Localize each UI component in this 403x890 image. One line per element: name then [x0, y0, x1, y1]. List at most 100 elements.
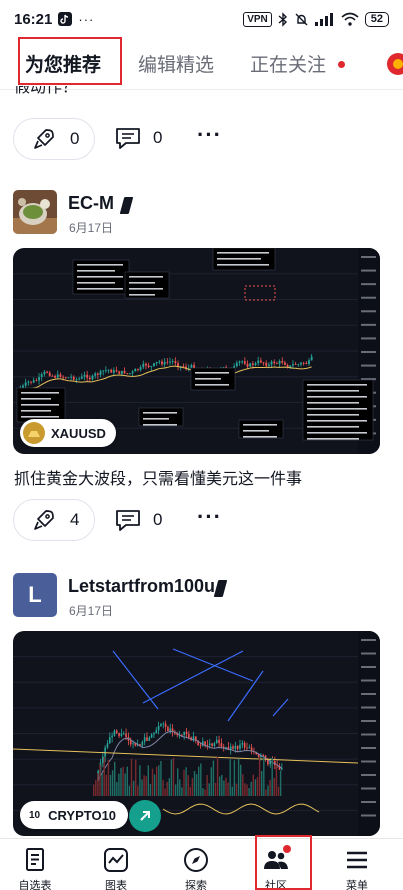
volume-bar	[267, 785, 269, 796]
volume-bar	[263, 757, 265, 796]
candle-body	[161, 361, 163, 365]
post-chart-image[interactable]: XAUUSD	[13, 248, 380, 454]
nav-watchlist[interactable]: 自选表	[0, 839, 75, 890]
prev-post-title[interactable]: 假动作？	[14, 86, 78, 100]
candle-body	[292, 364, 294, 366]
candle-body	[32, 380, 35, 383]
status-bar: 16:21 ··· VPN 52	[0, 0, 403, 38]
post-title[interactable]: 抓住黄金大波段，只需看懂美元这一件事	[14, 465, 302, 489]
candle-body	[120, 733, 123, 736]
candle-body	[254, 363, 257, 365]
candle-body	[206, 744, 209, 746]
nav-label: 菜单	[346, 880, 368, 890]
more-options-button[interactable]: ···	[197, 122, 222, 148]
annotation-text-line	[243, 430, 269, 432]
volume-bar	[277, 786, 280, 796]
symbol-badge[interactable]: XAUUSD	[20, 419, 116, 447]
volume-bar	[114, 761, 116, 796]
annotation-text-line	[307, 396, 367, 398]
nav-explore[interactable]: 探索	[156, 839, 236, 890]
candle-body	[265, 362, 268, 366]
volume-bar	[221, 774, 223, 796]
candle-body	[147, 365, 150, 368]
comment-button[interactable]: 0	[115, 508, 162, 532]
candle-body	[248, 747, 251, 749]
volume-bar	[214, 782, 217, 796]
annotation-text-line	[21, 392, 59, 394]
avatar-image	[13, 190, 57, 234]
candle-body	[113, 730, 116, 736]
candle-body	[238, 361, 241, 363]
price-tick	[361, 679, 376, 682]
candle-body	[211, 743, 213, 746]
rocket-icon	[34, 510, 54, 530]
candle-body	[155, 730, 158, 734]
volume-bar	[191, 778, 194, 796]
more-options-button[interactable]: ···	[197, 504, 222, 530]
candle-body	[115, 730, 118, 733]
comment-count: 0	[153, 128, 163, 147]
price-tick	[361, 666, 376, 668]
candle-body	[251, 363, 254, 365]
candle-body	[259, 360, 262, 363]
boost-button[interactable]: 4	[13, 499, 95, 541]
candle-body	[270, 361, 273, 365]
author-name[interactable]: Letstartfrom100u	[68, 576, 215, 597]
volume-bar	[261, 771, 263, 796]
candle-body	[215, 739, 218, 744]
candle-body	[129, 740, 132, 745]
candle-body	[169, 361, 171, 363]
candle-body	[213, 743, 216, 746]
candle-body	[38, 377, 40, 381]
nav-chart[interactable]: 图表	[76, 839, 156, 890]
horizontal-level-line	[13, 748, 359, 764]
open-chart-button[interactable]	[129, 800, 161, 832]
annotation-text-line	[307, 402, 359, 404]
tab-highlight-box	[18, 37, 122, 85]
annotation-text-line	[77, 288, 123, 290]
battery-indicator: 52	[364, 11, 389, 27]
candle-body	[86, 374, 89, 378]
tab-following[interactable]: 正在关注	[250, 50, 326, 77]
trendline	[172, 648, 254, 682]
boost-button[interactable]: 0	[13, 118, 95, 160]
annotation-text-line	[143, 412, 177, 414]
comment-button[interactable]: 0	[115, 126, 162, 150]
post-chart-image[interactable]: 10 CRYPTO10	[13, 631, 380, 836]
tab-editors-picks[interactable]: 编辑精选	[138, 50, 214, 77]
candle-body	[27, 381, 30, 383]
candle-body	[281, 361, 284, 363]
author-name[interactable]: EC-M	[68, 193, 114, 214]
trendline	[112, 650, 159, 710]
candle-body	[70, 376, 73, 378]
volume-bar	[237, 758, 240, 796]
candle-body	[150, 734, 153, 738]
annotation-box	[302, 379, 374, 441]
volume-bar	[254, 779, 257, 796]
candle-body	[56, 374, 59, 378]
avatar[interactable]: L	[13, 573, 57, 617]
comment-icon	[116, 510, 140, 531]
candle-body	[48, 372, 51, 376]
candle-body	[118, 371, 121, 374]
volume-bar	[212, 760, 215, 796]
trendline	[142, 650, 244, 704]
candle-body	[174, 361, 177, 364]
post-date: 6月17日	[69, 604, 114, 618]
candle-body	[24, 382, 27, 386]
annotation-text-line	[21, 410, 51, 412]
candle-body	[108, 737, 111, 744]
candle-body	[40, 374, 43, 378]
volume-bar	[233, 760, 236, 796]
tiktok-icon	[58, 12, 73, 26]
symbol-badge[interactable]: 10 CRYPTO10	[20, 801, 129, 829]
volume-bar	[149, 784, 152, 796]
annotation-text-line	[129, 294, 155, 296]
nav-menu[interactable]: 菜单	[317, 839, 397, 890]
avatar[interactable]	[13, 190, 57, 234]
volume-bar	[162, 779, 164, 796]
candle-body	[153, 363, 155, 367]
price-tick	[361, 310, 376, 313]
candle-body	[158, 361, 161, 363]
candle-body	[75, 379, 78, 381]
